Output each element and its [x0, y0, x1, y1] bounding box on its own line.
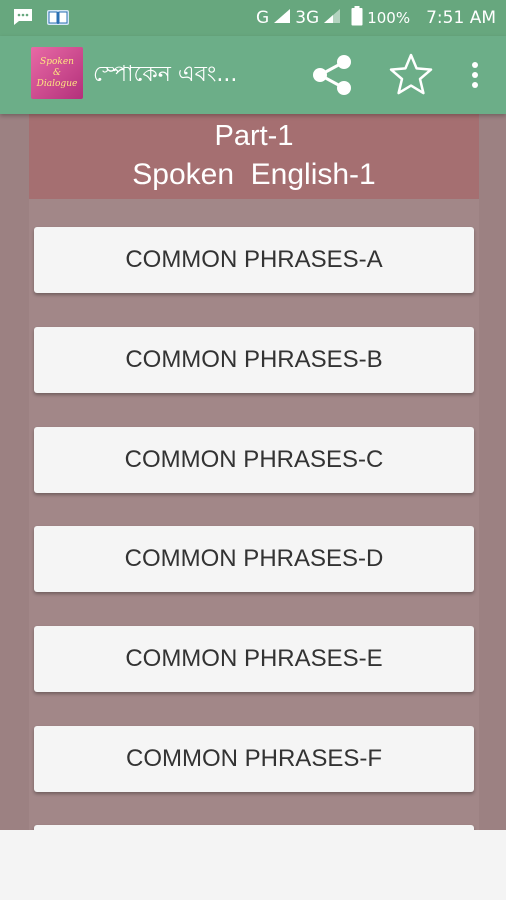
phrase-button-c[interactable]: COMMON PHRASES-C: [34, 427, 474, 493]
battery-icon: [351, 5, 363, 31]
content-area: Part-1 Spoken English-1 COMMON PHRASES-A…: [0, 114, 506, 830]
logo-text-2: &: [52, 67, 61, 78]
phrase-button-f[interactable]: COMMON PHRASES-F: [34, 726, 474, 792]
part-subtitle: Spoken English-1: [132, 158, 376, 191]
battery-percent: 100%: [367, 9, 411, 27]
signal-icon-2: [323, 8, 341, 29]
share-icon: [313, 55, 351, 95]
star-icon: [389, 53, 433, 95]
notification-icons: [12, 7, 70, 31]
phrase-button-d[interactable]: COMMON PHRASES-D: [34, 526, 474, 592]
overflow-menu-button[interactable]: [462, 36, 488, 114]
status-bar: G 3G 100% 7:51 AM: [0, 0, 506, 36]
signal-icon: [273, 8, 291, 29]
book-notification-icon: [46, 7, 70, 31]
clock: 7:51 AM: [426, 8, 496, 28]
part-title: Part-1: [214, 120, 294, 152]
logo-text-1: Spoken: [40, 56, 74, 67]
app-title: স্পোকেন এবং...: [93, 62, 238, 87]
app-logo: Spoken & Dialogue: [31, 47, 83, 99]
share-button[interactable]: [306, 36, 360, 114]
phrase-button-b[interactable]: COMMON PHRASES-B: [34, 327, 474, 393]
bottom-blank-area: [0, 830, 506, 900]
phrase-button-a[interactable]: COMMON PHRASES-A: [34, 227, 474, 293]
overflow-menu-icon: [472, 62, 478, 88]
network-g-label: G: [256, 8, 270, 28]
logo-text-3: Dialogue: [36, 78, 78, 89]
favorite-button[interactable]: [384, 36, 438, 114]
system-status: G 3G 100% 7:51 AM: [256, 0, 496, 36]
phrase-button-e[interactable]: COMMON PHRASES-E: [34, 626, 474, 692]
part-header: Part-1 Spoken English-1: [29, 114, 479, 199]
message-icon: [12, 7, 34, 31]
app-bar: Spoken & Dialogue স্পোকেন এবং...: [0, 36, 506, 114]
network-3g-label: 3G: [295, 8, 320, 28]
